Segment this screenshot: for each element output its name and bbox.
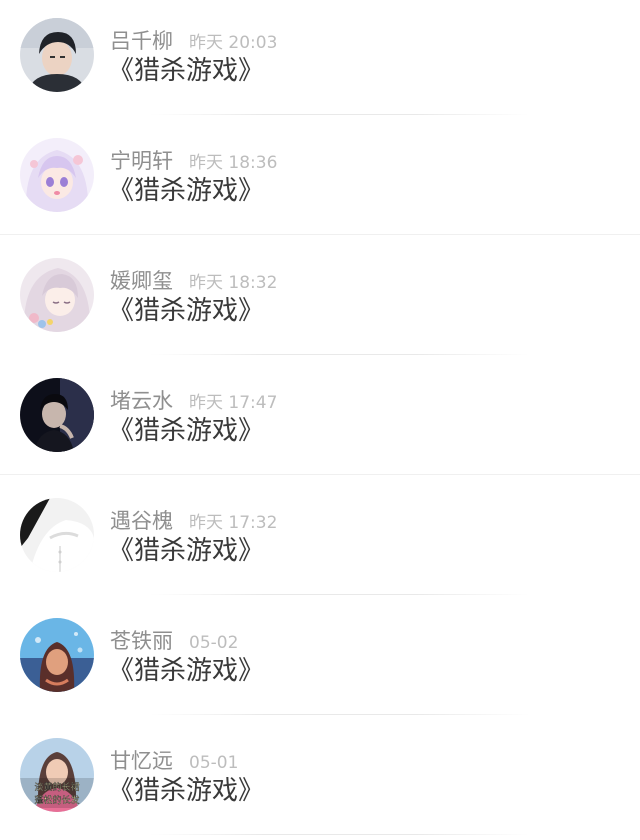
chat-meta: 媛卿玺 昨天 18:32 <box>110 268 277 294</box>
avatar-caption-line: 蓬松的长发 <box>34 794 79 806</box>
chat-list-item[interactable]: 宁明轩 昨天 18:36 《猎杀游戏》 <box>0 120 640 240</box>
avatar-girl-portrait-icon[interactable] <box>20 618 94 692</box>
message-time: 昨天 17:32 <box>189 513 278 533</box>
message-preview: 《猎杀游戏》 <box>108 536 265 566</box>
message-time: 05-01 <box>189 753 239 773</box>
sender-name: 堵云水 <box>110 389 173 413</box>
message-preview: 《猎杀游戏》 <box>108 656 265 686</box>
message-time: 05-02 <box>189 633 239 653</box>
divider <box>0 474 640 475</box>
chat-list-item[interactable]: 苍铁丽 05-02 《猎杀游戏》 <box>0 600 640 720</box>
chat-list-item[interactable]: 淡黄的长裙 蓬松的长发 甘忆远 05-01 《猎杀游戏》 <box>0 720 640 840</box>
message-time: 昨天 20:03 <box>189 33 278 53</box>
divider <box>150 714 530 715</box>
divider <box>150 594 530 595</box>
message-time: 昨天 18:32 <box>189 273 278 293</box>
avatar-young-man-icon[interactable] <box>20 18 94 92</box>
chat-meta: 堵云水 昨天 17:47 <box>110 388 277 414</box>
chat-meta: 宁明轩 昨天 18:36 <box>110 148 277 174</box>
chat-meta: 甘忆远 05-01 <box>110 748 238 774</box>
avatar-white-shirt-icon[interactable] <box>20 498 94 572</box>
divider <box>0 234 640 235</box>
sender-name: 宁明轩 <box>110 149 173 173</box>
chat-meta: 吕千柳 昨天 20:03 <box>110 28 277 54</box>
avatar-dark-portrait-icon[interactable] <box>20 378 94 452</box>
chat-list: 吕千柳昨天 20:03 《猎杀游戏》 宁明轩昨天 18:36 《猎杀游戏》 <box>0 0 640 836</box>
message-time: 昨天 18:36 <box>189 153 278 173</box>
message-time: 昨天 17:47 <box>189 393 278 413</box>
sender-name: 媛卿玺 <box>110 269 173 293</box>
avatar-girl-caption-icon[interactable]: 淡黄的长裙 蓬松的长发 <box>20 738 94 812</box>
sender-name: 遇谷槐 <box>110 509 173 533</box>
message-preview: 《猎杀游戏》 <box>108 296 265 326</box>
avatar-caption-line: 淡黄的长裙 <box>34 781 79 793</box>
chat-meta: 遇谷槐 昨天 17:32 <box>110 508 277 534</box>
chat-list-item[interactable]: 堵云水 昨天 17:47 《猎杀游戏》 <box>0 360 640 480</box>
divider <box>150 834 530 835</box>
divider <box>150 114 530 115</box>
chat-list-item[interactable]: 吕千柳 昨天 20:03 《猎杀游戏》 <box>0 0 640 120</box>
sender-name: 甘忆远 <box>110 749 173 773</box>
message-preview: 《猎杀游戏》 <box>108 776 265 806</box>
chat-meta: 苍铁丽 05-02 <box>110 628 238 654</box>
divider <box>150 354 530 355</box>
message-preview: 《猎杀游戏》 <box>108 56 265 86</box>
avatar-anime-girl-icon[interactable] <box>20 138 94 212</box>
message-preview: 《猎杀游戏》 <box>108 176 265 206</box>
chat-list-item[interactable]: 媛卿玺 昨天 18:32 《猎杀游戏》 <box>0 240 640 360</box>
sender-name: 吕千柳 <box>110 29 173 53</box>
sender-name: 苍铁丽 <box>110 629 173 653</box>
avatar-anime-girl-icon[interactable] <box>20 258 94 332</box>
chat-list-item[interactable]: 遇谷槐 昨天 17:32 《猎杀游戏》 <box>0 480 640 600</box>
message-preview: 《猎杀游戏》 <box>108 416 265 446</box>
